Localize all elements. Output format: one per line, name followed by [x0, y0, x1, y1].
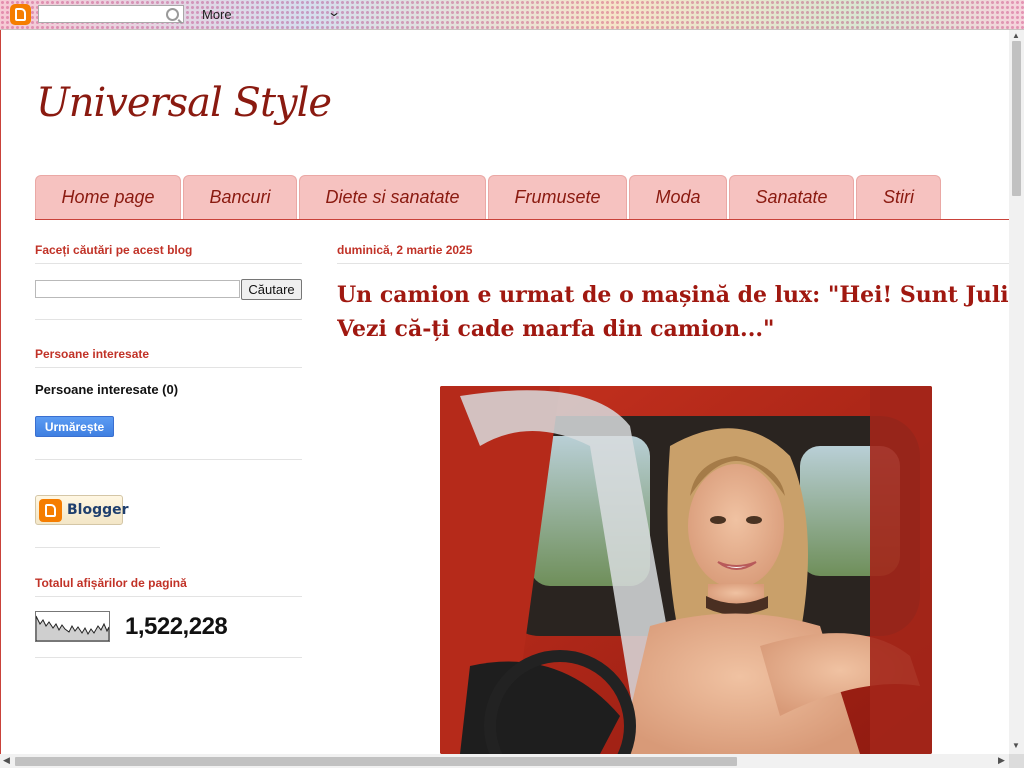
blog-title[interactable]: Universal Style: [36, 80, 332, 126]
pageviews-widget-title: Totalul afișărilor de pagină: [35, 576, 187, 590]
powered-by-blogger-badge[interactable]: Blogger: [35, 495, 129, 525]
scroll-left-arrow-icon[interactable]: ◀: [3, 755, 10, 766]
vertical-scrollbar[interactable]: ▲ ▼: [1009, 30, 1024, 754]
scroll-right-arrow-icon[interactable]: ▶: [998, 755, 1005, 766]
divider: [35, 657, 302, 658]
pageviews-sparkline: [35, 611, 110, 642]
vertical-scroll-thumb[interactable]: [1012, 41, 1021, 196]
post-date: duminică, 2 martie 2025: [337, 243, 473, 257]
navbar-more-menu[interactable]: More: [202, 7, 232, 22]
post-image[interactable]: [440, 386, 932, 754]
divider: [35, 459, 302, 460]
scrollbar-corner: [1009, 754, 1024, 768]
followers-widget-title: Persoane interesate: [35, 347, 150, 361]
divider: [35, 263, 302, 264]
search-icon[interactable]: [166, 8, 179, 21]
horizontal-scroll-thumb[interactable]: [15, 757, 737, 766]
navbar-search-input[interactable]: [38, 5, 184, 23]
tabs-divider: [35, 219, 1009, 220]
search-widget-title: Faceți căutări pe acest blog: [35, 243, 193, 257]
follow-button[interactable]: Urmărește: [35, 416, 114, 437]
tab-home-page[interactable]: Home page: [35, 175, 181, 219]
chevron-down-icon[interactable]: ⌄: [327, 5, 341, 19]
tab-stiri[interactable]: Stiri: [856, 175, 941, 219]
scroll-down-arrow-icon[interactable]: ▼: [1012, 741, 1020, 750]
pages-tabs: Home page Bancuri Diete si sanatate Frum…: [35, 175, 943, 219]
divider: [35, 319, 302, 320]
tab-moda[interactable]: Moda: [629, 175, 727, 219]
tab-diete-si-sanatate[interactable]: Diete si sanatate: [299, 175, 486, 219]
divider: [337, 263, 1009, 264]
pageviews-count: 1,522,228: [125, 613, 228, 640]
tab-frumusete[interactable]: Frumusete: [488, 175, 627, 219]
blog-search-input[interactable]: [35, 280, 240, 298]
tab-sanatate[interactable]: Sanatate: [729, 175, 854, 219]
scroll-up-arrow-icon[interactable]: ▲: [1012, 31, 1020, 40]
blogger-icon: [39, 499, 62, 522]
post-title[interactable]: Un camion e urmat de o mașină de lux: "H…: [337, 278, 1024, 346]
blogger-navbar: More ⌄: [0, 0, 1024, 30]
horizontal-scrollbar[interactable]: ◀ ▶: [0, 754, 1009, 768]
divider: [35, 596, 302, 597]
tab-bancuri[interactable]: Bancuri: [183, 175, 297, 219]
search-button[interactable]: Căutare: [241, 279, 302, 300]
blogger-badge-label: Blogger: [67, 502, 129, 518]
divider: [35, 367, 302, 368]
blogger-icon[interactable]: [10, 4, 31, 25]
divider: [35, 547, 160, 548]
followers-count: Persoane interesate (0): [35, 382, 179, 397]
